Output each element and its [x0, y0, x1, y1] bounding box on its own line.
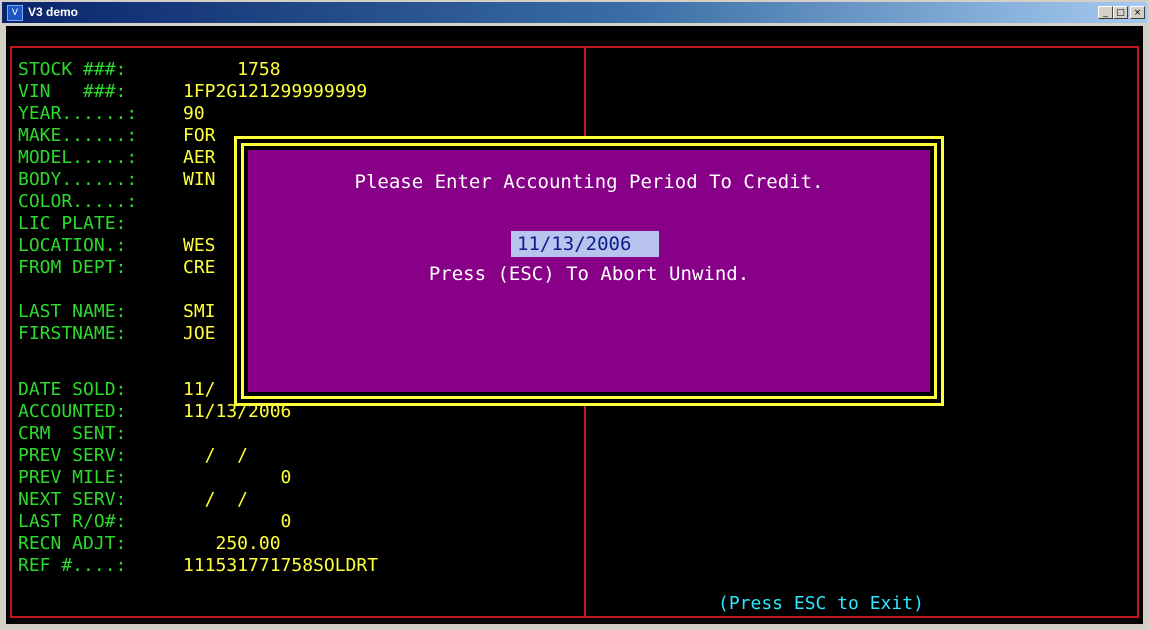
label-first-name: FIRSTNAME: — [18, 323, 127, 344]
label-year: YEAR......: — [18, 103, 138, 124]
value-year: 90 — [183, 103, 205, 124]
dialog-abort-text: Press (ESC) To Abort Unwind. — [428, 263, 750, 285]
value-date-sold: 11/ — [183, 379, 216, 400]
value-model: AER — [183, 147, 216, 168]
value-prev-mile: 0 — [183, 467, 292, 488]
value-vin: 1FP2G121299999999 — [183, 81, 368, 102]
value-recn-adjt: 250.00 — [183, 533, 281, 554]
value-stock: 1758 — [183, 59, 281, 80]
terminal-screen[interactable]: STOCK ###: 1758 VIN ###: 1FP2G1212999999… — [6, 26, 1143, 624]
application-window: V V3 demo _ □ × STOCK ###: 1758 VIN ###:… — [0, 0, 1149, 630]
label-next-serv: NEXT SERV: — [18, 489, 127, 510]
dialog-prompt: Please Enter Accounting Period To Credit… — [354, 171, 824, 193]
close-button[interactable]: × — [1130, 6, 1145, 19]
label-model: MODEL.....: — [18, 147, 138, 168]
window-title: V3 demo — [28, 5, 79, 19]
frame-top-line — [10, 46, 1139, 48]
value-prev-serv: / / — [183, 445, 249, 466]
label-color: COLOR.....: — [18, 191, 138, 212]
value-from-dept: CRE — [183, 257, 216, 278]
label-body: BODY......: — [18, 169, 138, 190]
label-last-ro: LAST R/O#: — [18, 511, 127, 532]
label-stock: STOCK ###: — [18, 59, 127, 80]
label-prev-serv: PREV SERV: — [18, 445, 127, 466]
dialog-inner-border: Please Enter Accounting Period To Credit… — [241, 143, 937, 399]
label-crm-sent: CRM SENT: — [18, 423, 127, 444]
frame-right-line — [1137, 46, 1139, 618]
frame-left-line — [10, 46, 12, 618]
frame-bottom-line — [10, 616, 1139, 618]
label-location: LOCATION.: — [18, 235, 127, 256]
minimize-button[interactable]: _ — [1098, 6, 1113, 19]
value-make: FOR — [183, 125, 216, 146]
label-make: MAKE......: — [18, 125, 138, 146]
label-from-dept: FROM DEPT: — [18, 257, 127, 278]
label-ref: REF #....: — [18, 555, 127, 576]
maximize-button[interactable]: □ — [1113, 6, 1128, 19]
title-bar[interactable]: V V3 demo _ □ × — [2, 2, 1147, 23]
dialog-body: Please Enter Accounting Period To Credit… — [248, 150, 930, 392]
app-icon: V — [7, 5, 23, 21]
label-lic-plate: LIC PLATE: — [18, 213, 127, 234]
label-last-name: LAST NAME: — [18, 301, 127, 322]
accounting-period-input[interactable] — [511, 231, 659, 257]
label-date-sold: DATE SOLD: — [18, 379, 127, 400]
accounting-period-dialog: Please Enter Accounting Period To Credit… — [234, 136, 944, 406]
value-first-name: JOE — [183, 323, 216, 344]
value-last-name: SMI — [183, 301, 216, 322]
label-accounted: ACCOUNTED: — [18, 401, 127, 422]
press-esc-hint: (Press ESC to Exit) — [714, 594, 928, 614]
label-prev-mile: PREV MILE: — [18, 467, 127, 488]
label-vin: VIN ###: — [18, 81, 127, 102]
value-ref: 111531771758SOLDRT — [183, 555, 379, 576]
label-recn-adjt: RECN ADJT: — [18, 533, 127, 554]
value-last-ro: 0 — [183, 511, 292, 532]
value-next-serv: / / — [183, 489, 249, 510]
value-body: WIN — [183, 169, 216, 190]
value-location: WES — [183, 235, 216, 256]
